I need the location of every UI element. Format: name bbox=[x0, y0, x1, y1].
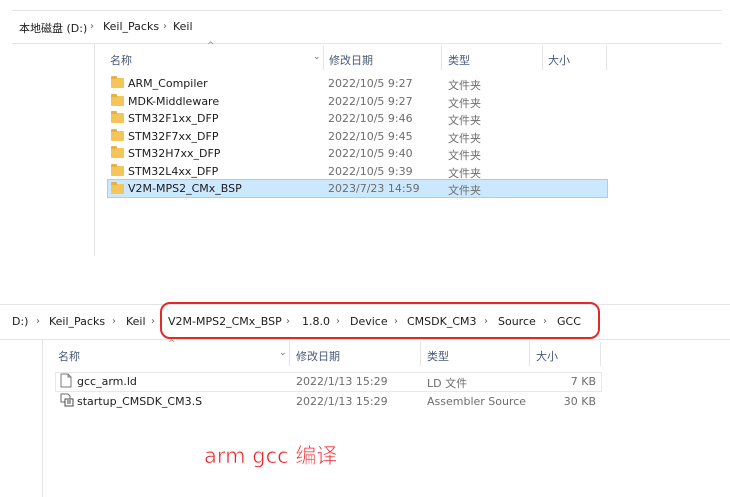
column-divider[interactable] bbox=[529, 342, 530, 366]
item-name: STM32H7xx_DFP bbox=[128, 147, 221, 160]
item-name: startup_CMSDK_CM3.S bbox=[77, 395, 203, 408]
chevron-right-icon: › bbox=[163, 21, 167, 32]
breadcrumb-keil[interactable]: Keil bbox=[126, 315, 146, 328]
folder-icon bbox=[111, 164, 124, 176]
item-type: 文件夹 bbox=[448, 184, 481, 197]
folder-icon bbox=[111, 76, 124, 88]
item-date: 2022/10/5 9:27 bbox=[328, 95, 413, 108]
column-type[interactable]: 类型 bbox=[448, 52, 470, 68]
chevron-right-icon: › bbox=[36, 316, 40, 327]
highlight-box bbox=[160, 302, 600, 339]
breadcrumb-keil[interactable]: Keil bbox=[173, 20, 193, 33]
column-divider[interactable] bbox=[600, 342, 601, 366]
item-name: STM32L4xx_DFP bbox=[128, 165, 219, 178]
item-date: 2022/1/13 15:29 bbox=[296, 375, 388, 388]
item-name: STM32F1xx_DFP bbox=[128, 112, 219, 125]
folder-icon bbox=[111, 111, 124, 123]
folder-icon bbox=[111, 182, 124, 194]
column-type[interactable]: 类型 bbox=[427, 348, 449, 364]
chevron-right-icon: › bbox=[151, 316, 155, 327]
folder-icon bbox=[111, 146, 124, 158]
chevron-down-icon[interactable]: ⌄ bbox=[279, 348, 287, 358]
folder-icon bbox=[111, 129, 124, 141]
nav-pane-divider bbox=[42, 340, 43, 497]
item-date: 2023/7/23 14:59 bbox=[328, 182, 420, 195]
top-column-header bbox=[96, 44, 722, 72]
breadcrumb-drive[interactable]: D:) bbox=[12, 315, 28, 328]
sort-up-icon: ^ bbox=[207, 41, 215, 51]
item-date: 2022/10/5 9:27 bbox=[328, 77, 413, 90]
item-type: 文件夹 bbox=[448, 114, 481, 127]
item-type: 文件夹 bbox=[448, 97, 481, 110]
column-divider[interactable] bbox=[441, 46, 442, 70]
column-divider[interactable] bbox=[420, 342, 421, 366]
chevron-right-icon: › bbox=[90, 21, 94, 32]
nav-pane-divider bbox=[94, 44, 95, 256]
item-type: 文件夹 bbox=[448, 149, 481, 162]
item-type: 文件夹 bbox=[448, 132, 481, 145]
item-size: 7 KB bbox=[570, 375, 596, 388]
item-type: 文件夹 bbox=[448, 79, 481, 92]
column-size[interactable]: 大小 bbox=[548, 52, 570, 68]
column-name[interactable]: 名称 bbox=[58, 348, 80, 364]
column-divider[interactable] bbox=[542, 46, 543, 70]
item-name: STM32F7xx_DFP bbox=[128, 130, 219, 143]
document-icon bbox=[60, 373, 72, 388]
item-type: Assembler Source bbox=[427, 395, 527, 408]
item-name: ARM_Compiler bbox=[128, 77, 208, 90]
item-date: 2022/10/5 9:39 bbox=[328, 165, 413, 178]
column-divider[interactable] bbox=[606, 46, 607, 70]
sort-up-icon: ^ bbox=[168, 339, 176, 349]
column-size[interactable]: 大小 bbox=[536, 348, 558, 364]
column-divider[interactable] bbox=[323, 46, 324, 70]
item-name: MDK-Middleware bbox=[128, 95, 220, 108]
item-size: 30 KB bbox=[563, 395, 596, 408]
breadcrumb-keil-packs[interactable]: Keil_Packs bbox=[49, 315, 105, 328]
folder-icon bbox=[111, 94, 124, 106]
chevron-right-icon: › bbox=[112, 316, 116, 327]
breadcrumb-keil-packs[interactable]: Keil_Packs bbox=[103, 20, 159, 33]
item-date: 2022/10/5 9:45 bbox=[328, 130, 413, 143]
column-name[interactable]: 名称 bbox=[110, 52, 132, 68]
item-type: LD 文件 bbox=[427, 377, 468, 390]
column-date[interactable]: 修改日期 bbox=[329, 52, 373, 68]
item-date: 2022/10/5 9:40 bbox=[328, 147, 413, 160]
breadcrumb-local-disk[interactable]: 本地磁盘 (D:) bbox=[19, 20, 87, 36]
item-name: gcc_arm.ld bbox=[77, 375, 137, 388]
column-divider[interactable] bbox=[289, 342, 290, 366]
column-date[interactable]: 修改日期 bbox=[296, 348, 340, 364]
assembler-file-icon bbox=[60, 393, 74, 407]
item-name: V2M-MPS2_CMx_BSP bbox=[128, 182, 242, 195]
item-date: 2022/1/13 15:29 bbox=[296, 395, 388, 408]
annotation-text: arm gcc 编译 bbox=[204, 444, 338, 469]
chevron-down-icon[interactable]: ⌄ bbox=[313, 52, 321, 62]
item-date: 2022/10/5 9:46 bbox=[328, 112, 413, 125]
